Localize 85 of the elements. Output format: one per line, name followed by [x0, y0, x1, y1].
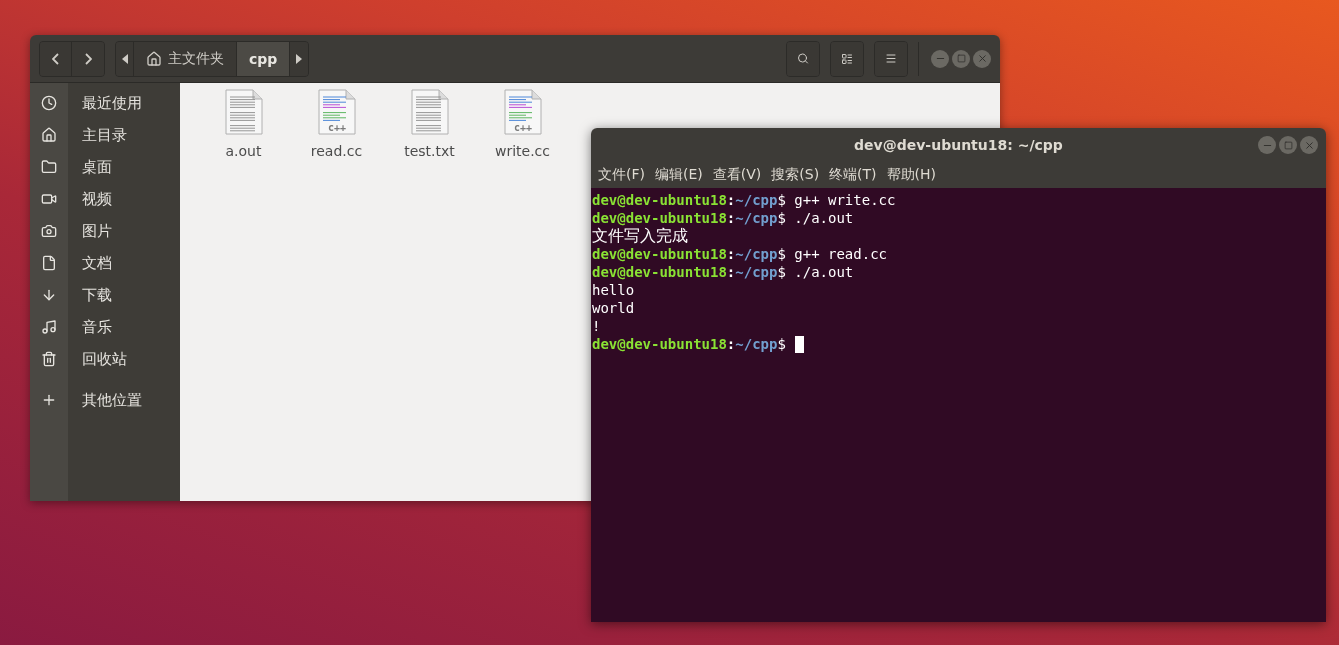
- code-file-icon: c++: [503, 89, 542, 135]
- home-icon: [146, 50, 162, 67]
- prompt-symbol: $: [777, 191, 786, 209]
- menu-item[interactable]: 帮助(H): [881, 166, 942, 184]
- path-button[interactable]: cpp: [237, 41, 291, 76]
- back-button[interactable]: [40, 41, 72, 76]
- file-name[interactable]: write.cc: [494, 143, 550, 159]
- prompt-symbol: $: [777, 245, 786, 263]
- menu-item[interactable]: 终端(T): [824, 166, 882, 184]
- down-arrow-icon: [41, 287, 57, 303]
- text-file-icon: [224, 89, 263, 135]
- document-icon: [41, 255, 57, 271]
- prompt-user: dev@dev-ubuntu18: [592, 209, 727, 227]
- menu-button[interactable]: [875, 41, 907, 76]
- prompt-separator: :: [726, 263, 736, 281]
- prompt-separator: :: [726, 209, 736, 227]
- maximize-icon: [956, 54, 966, 63]
- music-note-icon: [41, 319, 57, 335]
- close-icon: [1303, 139, 1315, 151]
- command-text: ./a.out: [794, 263, 854, 281]
- command-text: g++ read.cc: [794, 245, 887, 263]
- close-button[interactable]: [1300, 136, 1318, 154]
- sidebar-item[interactable]: 桌面: [82, 157, 112, 177]
- output-text: world: [592, 299, 635, 317]
- clock-icon: [41, 95, 57, 111]
- sidebar-item[interactable]: 其他位置: [82, 390, 142, 410]
- prompt-path: ~/cpp: [735, 245, 778, 263]
- maximize-button[interactable]: [952, 49, 970, 68]
- command-text: g++ write.cc: [794, 191, 896, 209]
- trash-icon: [41, 351, 57, 367]
- prompt-separator: :: [726, 245, 736, 263]
- sidebar-item[interactable]: 主目录: [82, 125, 127, 145]
- prompt-user: dev@dev-ubuntu18: [592, 335, 727, 353]
- code-file-icon: c++: [317, 89, 356, 135]
- sidebar-item[interactable]: 回收站: [82, 349, 127, 369]
- file-name[interactable]: read.cc: [310, 143, 363, 159]
- output-text: 文件写入完成: [592, 227, 688, 245]
- maximize-icon: [1283, 140, 1293, 150]
- plus-icon: [41, 392, 57, 408]
- sidebar-item[interactable]: 图片: [82, 221, 112, 241]
- sidebar-item[interactable]: 文档: [82, 253, 112, 273]
- prompt-user: dev@dev-ubuntu18: [592, 191, 727, 209]
- sidebar-item[interactable]: 视频: [82, 189, 112, 209]
- output-text: hello: [592, 281, 635, 299]
- file-name[interactable]: test.txt: [404, 143, 455, 159]
- output-text: !: [592, 317, 601, 335]
- minimize-button[interactable]: [931, 49, 949, 68]
- chevron-right-icon: [84, 52, 92, 65]
- menu-item[interactable]: 查看(V): [707, 166, 767, 184]
- scroll-left-button[interactable]: [116, 41, 134, 76]
- menu-item[interactable]: 文件(F): [593, 166, 650, 184]
- prompt-path: ~/cpp: [735, 335, 778, 353]
- sidebar-item[interactable]: 音乐: [82, 317, 112, 337]
- search-icon: [797, 50, 809, 67]
- search-button[interactable]: [787, 41, 819, 76]
- prompt-symbol: $: [777, 335, 786, 353]
- chevron-left-icon: [52, 52, 59, 65]
- prompt-path: ~/cpp: [735, 191, 778, 209]
- triangle-left-icon: [121, 53, 128, 64]
- camera-icon: [41, 223, 57, 239]
- prompt-path: ~/cpp: [735, 209, 778, 227]
- maximize-button[interactable]: [1279, 136, 1297, 154]
- prompt-separator: :: [726, 335, 736, 353]
- home-icon: [41, 127, 57, 143]
- file-name[interactable]: a.out: [225, 143, 262, 159]
- prompt-symbol: $: [777, 209, 786, 227]
- text-file-icon: [410, 89, 449, 135]
- command-text: ./a.out: [794, 209, 854, 227]
- menu-item[interactable]: 搜索(S): [766, 166, 825, 184]
- prompt-separator: :: [726, 191, 736, 209]
- folder-icon: [41, 159, 57, 175]
- triangle-right-icon: [296, 53, 303, 64]
- minimize-button[interactable]: [1258, 136, 1276, 154]
- video-camera-icon: [41, 191, 57, 207]
- window-title: dev@dev-ubuntu18: ~/cpp: [853, 137, 1064, 153]
- view-toggle-button[interactable]: [831, 41, 863, 76]
- prompt-path: ~/cpp: [735, 263, 778, 281]
- sidebar-item[interactable]: 最近使用: [82, 93, 142, 113]
- prompt-user: dev@dev-ubuntu18: [592, 245, 727, 263]
- close-button[interactable]: [973, 49, 991, 68]
- sidebar-item[interactable]: 下载: [82, 285, 112, 305]
- close-icon: [976, 53, 988, 64]
- menu-item[interactable]: 编辑(E): [650, 166, 708, 184]
- prompt-symbol: $: [777, 263, 786, 281]
- prompt-user: dev@dev-ubuntu18: [592, 263, 727, 281]
